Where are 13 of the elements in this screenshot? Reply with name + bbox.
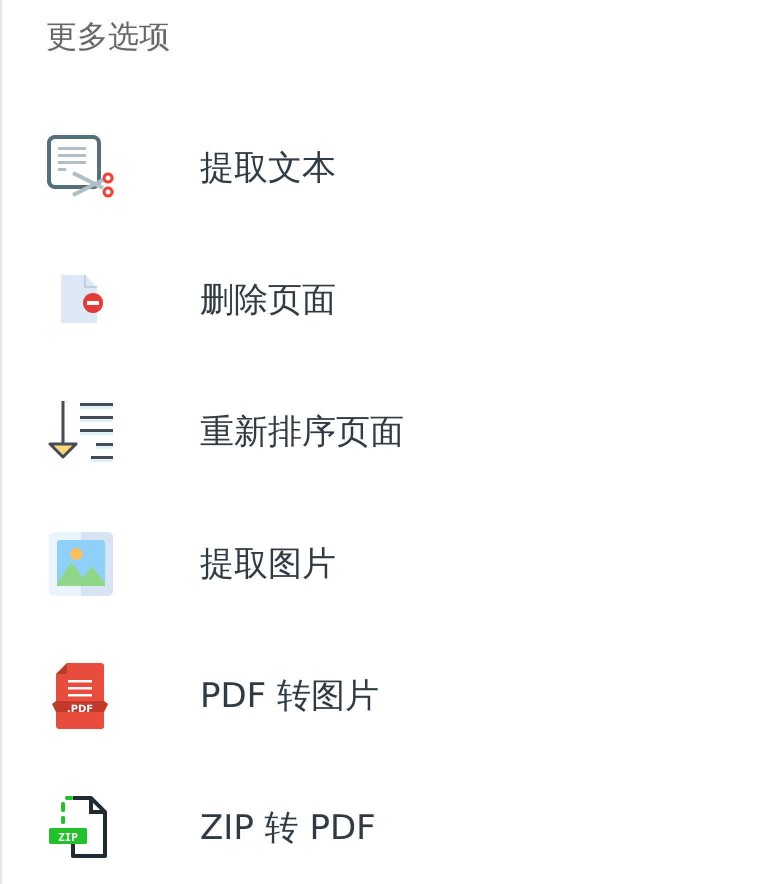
option-label[interactable]: 重新排序页面 <box>200 409 404 455</box>
image-icon <box>49 532 113 596</box>
option-label[interactable]: PDF 转图片 <box>200 673 380 719</box>
file-type-label: ZIP <box>58 831 78 844</box>
sort-down-icon <box>47 399 115 465</box>
option-label[interactable]: 删除页面 <box>200 277 336 323</box>
option-label[interactable]: ZIP 转 PDF <box>200 805 376 851</box>
section-title: 更多选项 <box>46 18 171 57</box>
pdf-file-icon <box>52 663 108 729</box>
file-type-label: .PDF <box>66 704 94 715</box>
option-label[interactable]: 提取图片 <box>200 541 336 587</box>
zip-file-icon <box>49 796 107 858</box>
option-label[interactable]: 提取文本 <box>200 145 336 191</box>
